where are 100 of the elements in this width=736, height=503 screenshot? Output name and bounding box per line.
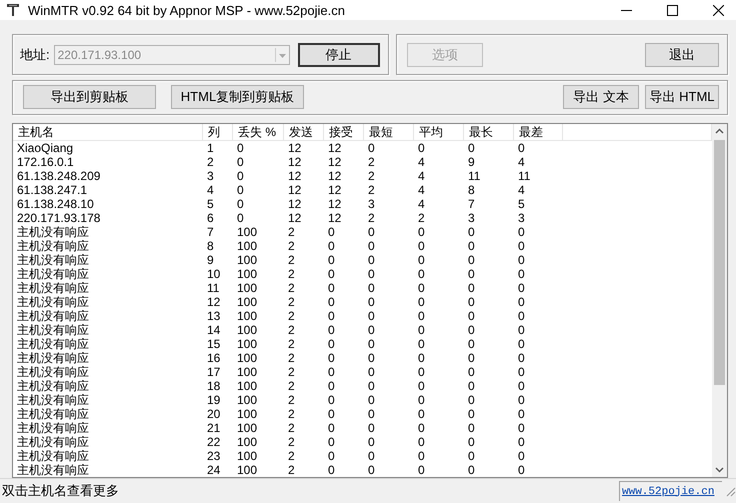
table-cell-text: 主机没有响应 bbox=[16, 434, 90, 449]
table-cell-text: 0 bbox=[417, 252, 426, 267]
table-cell-text: 0 bbox=[467, 224, 476, 239]
html-clipboard-button[interactable]: HTML复制到剪贴板 bbox=[171, 85, 304, 110]
table-cell-text: 2 bbox=[287, 378, 296, 393]
table-cell-text: 0 bbox=[467, 392, 476, 407]
table-cell-text: 0 bbox=[367, 224, 376, 239]
table-cell-text: 0 bbox=[327, 252, 336, 267]
table-cell-text: 21 bbox=[206, 420, 222, 435]
table-cell-text: 12 bbox=[206, 294, 222, 309]
table-cell-text: 主机没有响应 bbox=[16, 238, 90, 253]
table-cell-text: 2 bbox=[287, 434, 296, 449]
column-header[interactable]: 最短 bbox=[364, 124, 414, 140]
table-cell-text: 19 bbox=[206, 392, 222, 407]
table-cell-text: 0 bbox=[367, 364, 376, 379]
table-cell-text: 12 bbox=[287, 154, 302, 169]
column-header[interactable]: 主机名 bbox=[13, 124, 203, 140]
table-cell-text: 0 bbox=[367, 420, 376, 435]
table-cell-text: 0 bbox=[367, 308, 376, 323]
export-html-button[interactable]: 导出 HTML bbox=[645, 85, 719, 110]
table-cell-text: 0 bbox=[467, 140, 476, 155]
table-cell-text: 14 bbox=[206, 322, 222, 337]
table-cell-text: 2 bbox=[367, 168, 376, 183]
exit-button[interactable]: 退出 bbox=[645, 42, 719, 66]
website-link[interactable]: www.52pojie.cn bbox=[622, 486, 714, 498]
table-cell-text: 主机没有响应 bbox=[16, 266, 90, 281]
table-cell-text: 8 bbox=[206, 238, 215, 253]
table-cell-text: 0 bbox=[417, 462, 426, 477]
table-cell-text: 13 bbox=[206, 308, 222, 323]
table-cell-text: XiaoQiang bbox=[16, 140, 74, 155]
table-cell-text: 9 bbox=[467, 154, 476, 169]
table-cell-text: 0 bbox=[367, 350, 376, 365]
table-cell-text: 主机没有响应 bbox=[16, 364, 90, 379]
table-cell-text: 主机没有响应 bbox=[16, 350, 90, 365]
table-cell-text: 12 bbox=[327, 140, 342, 155]
table-cell-text: 0 bbox=[517, 462, 526, 477]
table-cell-text: 主机没有响应 bbox=[16, 392, 90, 407]
table-cell-text: 100 bbox=[236, 406, 258, 421]
table-cell-text: 0 bbox=[236, 182, 245, 197]
table-cell-text: 12 bbox=[327, 182, 342, 197]
table-cell-text: 0 bbox=[236, 168, 245, 183]
table-cell-text: 0 bbox=[517, 266, 526, 281]
column-header[interactable]: 丢失 % bbox=[233, 124, 284, 140]
table-cell-text: 0 bbox=[517, 252, 526, 267]
table-cell-text: 100 bbox=[236, 280, 258, 295]
table-cell-text: 0 bbox=[517, 364, 526, 379]
table-cell-text: 0 bbox=[327, 336, 336, 351]
table-cell-text: 0 bbox=[467, 434, 476, 449]
table-cell-text: 0 bbox=[517, 322, 526, 337]
table-cell-text: 0 bbox=[367, 448, 376, 463]
table-cell-text: 0 bbox=[467, 420, 476, 435]
table-cell-text: 0 bbox=[417, 336, 426, 351]
table-cell-text: 100 bbox=[236, 322, 258, 337]
column-header[interactable]: 最长 bbox=[464, 124, 514, 140]
table-cell-text: 100 bbox=[236, 378, 258, 393]
table-cell-text: 0 bbox=[467, 266, 476, 281]
table-cell-text: 0 bbox=[236, 210, 245, 225]
table-cell-text: 0 bbox=[517, 294, 526, 309]
table-cell-text: 0 bbox=[327, 434, 336, 449]
column-header[interactable]: 接受 bbox=[324, 124, 364, 140]
table-cell-text: 2 bbox=[417, 210, 426, 225]
table-cell-text: 0 bbox=[417, 364, 426, 379]
table-cell-text: 12 bbox=[287, 182, 302, 197]
table-cell-text: 0 bbox=[327, 462, 336, 477]
table-cell-text: 12 bbox=[287, 168, 302, 183]
table-cell-text: 5 bbox=[206, 196, 215, 211]
table-cell-text: 2 bbox=[287, 308, 296, 323]
table-cell-text: 172.16.0.1 bbox=[16, 154, 75, 169]
column-header[interactable]: 发送 bbox=[284, 124, 324, 140]
table-cell-text: 100 bbox=[236, 420, 258, 435]
export-text-button[interactable]: 导出 文本 bbox=[563, 85, 639, 110]
table-cell-text: 12 bbox=[287, 140, 302, 155]
table-cell-text: 12 bbox=[287, 196, 302, 211]
table-cell-text: 0 bbox=[327, 350, 336, 365]
table-cell-text: 0 bbox=[517, 280, 526, 295]
table-cell-text: 2 bbox=[287, 350, 296, 365]
table-cell-text: 100 bbox=[236, 364, 258, 379]
table-cell-text: 2 bbox=[367, 210, 376, 225]
table-cell-text: 0 bbox=[417, 350, 426, 365]
table-cell-text: 0 bbox=[417, 448, 426, 463]
table-cell-text: 0 bbox=[367, 140, 376, 155]
table-cell-text: 0 bbox=[236, 154, 245, 169]
table-cell-text: 61.138.248.10 bbox=[16, 196, 95, 211]
table-cell-text: 2 bbox=[206, 154, 215, 169]
table-cell-text: 0 bbox=[367, 336, 376, 351]
table-cell-text: 0 bbox=[417, 224, 426, 239]
table-cell-text: 8 bbox=[467, 182, 476, 197]
column-header[interactable]: 平均 bbox=[414, 124, 464, 140]
table-cell-text: 100 bbox=[236, 266, 258, 281]
table-cell-text: 0 bbox=[467, 322, 476, 337]
table-cell-text: 0 bbox=[367, 294, 376, 309]
table-cell-text: 100 bbox=[236, 462, 258, 477]
column-header[interactable]: 列 bbox=[203, 124, 233, 140]
table-cell-text: 17 bbox=[206, 364, 222, 379]
column-header[interactable]: 最差 bbox=[514, 124, 563, 140]
export-clipboard-button[interactable]: 导出到剪贴板 bbox=[23, 85, 156, 110]
table-cell-text: 2 bbox=[367, 182, 376, 197]
stop-button[interactable]: 停止 bbox=[298, 42, 380, 66]
table-cell-text: 0 bbox=[517, 350, 526, 365]
table-cell-text: 主机没有响应 bbox=[16, 224, 90, 239]
